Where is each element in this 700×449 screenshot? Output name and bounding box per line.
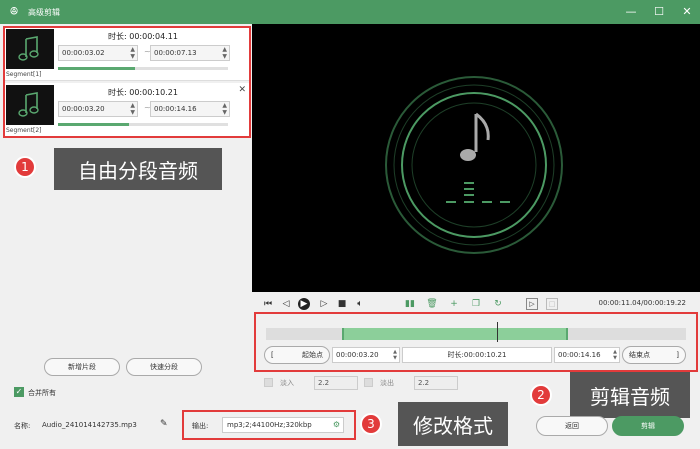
quick-split-button[interactable]: 快速分段 (126, 358, 202, 376)
fade-in-checkbox[interactable] (264, 378, 273, 387)
merge-all-checkbox[interactable]: ✓ (14, 387, 24, 397)
trash-icon[interactable]: 🗑︎ (426, 298, 438, 310)
fade-in-label: 淡入 (280, 379, 294, 387)
reset-icon[interactable]: ↻ (492, 298, 504, 310)
title-bar: ꔮ 高级剪辑 — ☐ ✕ (0, 0, 700, 24)
close-button[interactable]: ✕ (680, 4, 694, 18)
skip-start-icon[interactable]: ⏮ (262, 298, 274, 310)
output-label: 输出: (192, 422, 209, 430)
maximize-button[interactable]: ☐ (652, 4, 666, 18)
fade-in-input[interactable]: 2.2 (314, 376, 358, 390)
filename-label: 名称: (14, 422, 31, 430)
stop-icon[interactable]: ■ (336, 298, 348, 310)
step-back-icon[interactable]: ◁ (280, 298, 292, 310)
fade-out-input[interactable]: 2.2 (414, 376, 458, 390)
fade-out-checkbox[interactable] (364, 378, 373, 387)
volume-icon[interactable]: 🔈︎ (354, 298, 366, 310)
annotation-callout-2: 剪辑音频 (570, 372, 690, 418)
highlight-box-segments (3, 26, 251, 138)
annotation-callout-1: 自由分段音频 (54, 148, 222, 190)
merge-all-label: 合并所有 (28, 389, 56, 397)
new-segment-button[interactable]: 新增片段 (44, 358, 120, 376)
app-logo-icon: ꔮ (9, 5, 19, 18)
add-icon[interactable]: + (448, 298, 460, 310)
play-icon[interactable]: ▶ (298, 298, 310, 310)
cut-button[interactable]: 剪辑 (612, 416, 684, 436)
copy-icon[interactable]: ❐ (470, 298, 482, 310)
annotation-badge-3: 3 (360, 413, 382, 435)
window-title: 高级剪辑 (28, 7, 60, 17)
mark-in-icon[interactable]: ▷ (526, 298, 538, 310)
minimize-button[interactable]: — (624, 4, 638, 18)
filename-value: Audio_241014142735.mp3 (42, 421, 137, 429)
highlight-box-timeline (254, 312, 698, 372)
fade-out-label: 淡出 (380, 379, 394, 387)
playback-timecode: 00:00:11.04/00:00:19.22 (598, 299, 687, 307)
mark-out-icon[interactable]: □ (546, 298, 558, 310)
step-forward-icon[interactable]: ▷ (318, 298, 330, 310)
output-format-field[interactable]: mp3;2;44100Hz;320kbp ⚙ (222, 417, 344, 433)
annotation-badge-2: 2 (530, 384, 552, 406)
annotation-callout-3: 修改格式 (398, 402, 508, 446)
annotation-badge-1: 1 (14, 156, 36, 178)
audio-visual-icon (385, 76, 563, 254)
edit-pencil-icon[interactable]: ✎ (160, 419, 168, 429)
gear-icon: ⚙ (332, 420, 340, 429)
back-button[interactable]: 返回 (536, 416, 608, 436)
video-preview (252, 24, 700, 292)
split-icon[interactable]: ▮▮ (404, 298, 416, 310)
